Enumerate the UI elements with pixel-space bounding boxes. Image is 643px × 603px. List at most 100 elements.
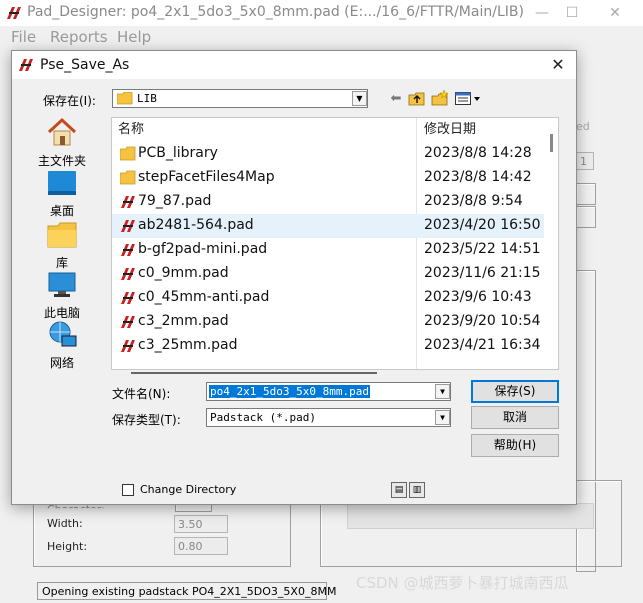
width-field: 3.50 bbox=[174, 515, 228, 533]
main-close-button[interactable]: ✕ bbox=[600, 2, 630, 24]
minimize-button[interactable]: — bbox=[527, 2, 557, 24]
view-menu-icon[interactable] bbox=[455, 92, 483, 106]
file-name: ab2481-564.pad bbox=[138, 217, 254, 233]
file-date: 2023/5/22 14:51 bbox=[424, 241, 541, 257]
height-field: 0.80 bbox=[174, 537, 228, 555]
filetype-dropdown-icon[interactable]: ▼ bbox=[435, 410, 450, 425]
horizontal-scroll-thumb[interactable] bbox=[131, 372, 377, 374]
file-date: 2023/11/6 21:15 bbox=[424, 265, 541, 281]
back-icon[interactable]: ⬅ bbox=[386, 90, 406, 108]
file-row[interactable]: b-gf2pad-mini.pad 2023/5/22 14:51 bbox=[112, 238, 544, 262]
file-row[interactable]: stepFacetFiles4Map 2023/8/8 14:42 bbox=[112, 166, 544, 190]
home-icon bbox=[47, 117, 77, 146]
place-computer-label: 此电脑 bbox=[43, 306, 80, 320]
column-header-date[interactable]: 修改日期 bbox=[424, 118, 476, 142]
folder-icon bbox=[117, 92, 133, 105]
menu-reports[interactable]: Reports bbox=[50, 28, 108, 46]
preview-area bbox=[347, 503, 594, 529]
file-date: 2023/8/8 14:42 bbox=[424, 169, 532, 185]
save-as-dialog: Pse_Save_As ✕ 保存在(I): LIB ▼ ⬅ 主文件夹 桌面 库 … bbox=[11, 50, 577, 505]
network-icon bbox=[49, 321, 77, 347]
maximize-button[interactable]: ☐ bbox=[557, 2, 587, 24]
filename-input[interactable]: po4_2x1_5do3_5x0_8mm.pad ▼ bbox=[206, 382, 451, 401]
place-desktop-label: 桌面 bbox=[49, 204, 74, 218]
main-window-title: Pad_Designer: po4_2x1_5do3_5x0_8mm.pad (… bbox=[27, 4, 524, 20]
file-row[interactable]: c3_2mm.pad 2023/9/20 10:54 bbox=[112, 310, 544, 334]
pad-file-icon bbox=[121, 340, 135, 352]
place-home-label: 主文件夹 bbox=[37, 154, 86, 168]
file-row[interactable]: 79_87.pad 2023/8/8 9:54 bbox=[112, 190, 544, 214]
right-panel-box-1 bbox=[576, 183, 596, 205]
library-icon bbox=[47, 222, 77, 248]
column-header-name[interactable]: 名称 bbox=[118, 118, 144, 142]
vertical-scroll-thumb[interactable] bbox=[550, 134, 553, 152]
watermark: CSDN @城西萝卜暴打城南西瓜 bbox=[356, 574, 569, 592]
pad-designer-app-icon bbox=[7, 7, 21, 19]
file-rows: PCB_library 2023/8/8 14:28 stepFacetFiles4… bbox=[112, 142, 544, 369]
folder-icon bbox=[120, 146, 136, 161]
menu-file[interactable]: File bbox=[11, 28, 36, 46]
pad-file-icon bbox=[121, 196, 135, 208]
file-row[interactable]: c0_45mm-anti.pad 2023/9/6 10:43 bbox=[112, 286, 544, 310]
pad-file-icon bbox=[121, 244, 135, 256]
place-network[interactable]: 网络 bbox=[32, 321, 92, 371]
new-folder-icon[interactable] bbox=[431, 89, 449, 107]
file-date: 2023/4/21 16:34 bbox=[424, 337, 541, 353]
file-row[interactable]: ab2481-564.pad 2023/4/20 16:50 bbox=[112, 214, 544, 238]
dialog-close-button[interactable]: ✕ bbox=[544, 53, 572, 77]
file-name: b-gf2pad-mini.pad bbox=[138, 241, 268, 257]
file-date: 2023/9/20 10:54 bbox=[424, 313, 541, 329]
change-directory-checkbox[interactable] bbox=[122, 484, 134, 496]
file-name: stepFacetFiles4Map bbox=[138, 169, 275, 185]
dialog-title-bar: Pse_Save_As ✕ bbox=[12, 51, 576, 79]
filetype-value: Padstack (*.pad) bbox=[210, 411, 316, 424]
place-library[interactable]: 库 bbox=[32, 221, 92, 271]
menu-help[interactable]: Help bbox=[117, 28, 151, 46]
filetype-label: 保存类型(T): bbox=[112, 413, 181, 427]
right-panel-field: 1 bbox=[576, 152, 594, 170]
file-row[interactable]: c3_25mm.pad 2023/4/21 16:34 bbox=[112, 334, 544, 358]
pad-file-icon bbox=[121, 316, 135, 328]
place-desktop[interactable]: 桌面 bbox=[32, 169, 92, 219]
filename-value: po4_2x1_5do3_5x0_8mm.pad bbox=[209, 385, 370, 398]
cancel-button[interactable]: 取消 bbox=[471, 406, 559, 429]
file-name: PCB_library bbox=[138, 145, 218, 161]
place-computer[interactable]: 此电脑 bbox=[32, 271, 92, 321]
main-title-bar: Pad_Designer: po4_2x1_5do3_5x0_8mm.pad (… bbox=[0, 0, 643, 26]
filetype-select[interactable]: Padstack (*.pad) ▼ bbox=[206, 408, 451, 427]
file-name: c0_9mm.pad bbox=[138, 265, 229, 281]
vertical-scrollbar[interactable] bbox=[544, 118, 558, 369]
width-label: Width: bbox=[47, 517, 83, 530]
file-row[interactable]: PCB_library 2023/8/8 14:28 bbox=[112, 142, 544, 166]
save-in-label: 保存在(I): bbox=[43, 94, 96, 108]
save-in-value: LIB bbox=[137, 92, 157, 105]
file-name: c3_25mm.pad bbox=[138, 337, 238, 353]
list-view-icon[interactable]: ▤ bbox=[391, 482, 407, 498]
status-text: Opening existing padstack PO4_2X1_5DO3_5… bbox=[37, 582, 336, 600]
menu-bar: File Reports Help bbox=[0, 26, 643, 48]
place-library-label: 库 bbox=[55, 256, 68, 270]
place-network-label: 网络 bbox=[49, 356, 74, 370]
save-button[interactable]: 保存(S) bbox=[471, 380, 559, 403]
save-in-combo[interactable]: LIB ▼ bbox=[112, 89, 368, 108]
folder-icon bbox=[120, 170, 136, 185]
height-label: Height: bbox=[47, 540, 88, 553]
file-row[interactable]: c0_9mm.pad 2023/11/6 21:15 bbox=[112, 262, 544, 286]
detail-view-icon[interactable]: ▥ bbox=[409, 482, 425, 498]
file-date: 2023/8/8 14:28 bbox=[424, 145, 532, 161]
file-list[interactable]: 名称 修改日期 PCB_library 2023/8/8 14:28 stepFac… bbox=[111, 117, 559, 370]
right-panel-box-2 bbox=[576, 206, 596, 228]
width-value: 3.50 bbox=[178, 518, 203, 531]
file-name: 79_87.pad bbox=[138, 193, 212, 209]
place-home[interactable]: 主文件夹 bbox=[32, 117, 92, 169]
horizontal-scrollbar[interactable] bbox=[111, 368, 557, 378]
dialog-app-icon bbox=[19, 59, 33, 71]
chevron-down-icon[interactable]: ▼ bbox=[352, 91, 367, 106]
help-button[interactable]: 帮助(H) bbox=[471, 434, 559, 457]
up-folder-icon[interactable] bbox=[408, 91, 426, 107]
filename-dropdown-icon[interactable]: ▼ bbox=[435, 384, 450, 399]
dialog-title: Pse_Save_As bbox=[40, 57, 130, 73]
pad-file-icon bbox=[121, 268, 135, 280]
file-name: c0_45mm-anti.pad bbox=[138, 289, 270, 305]
file-date: 2023/4/20 16:50 bbox=[424, 217, 541, 233]
